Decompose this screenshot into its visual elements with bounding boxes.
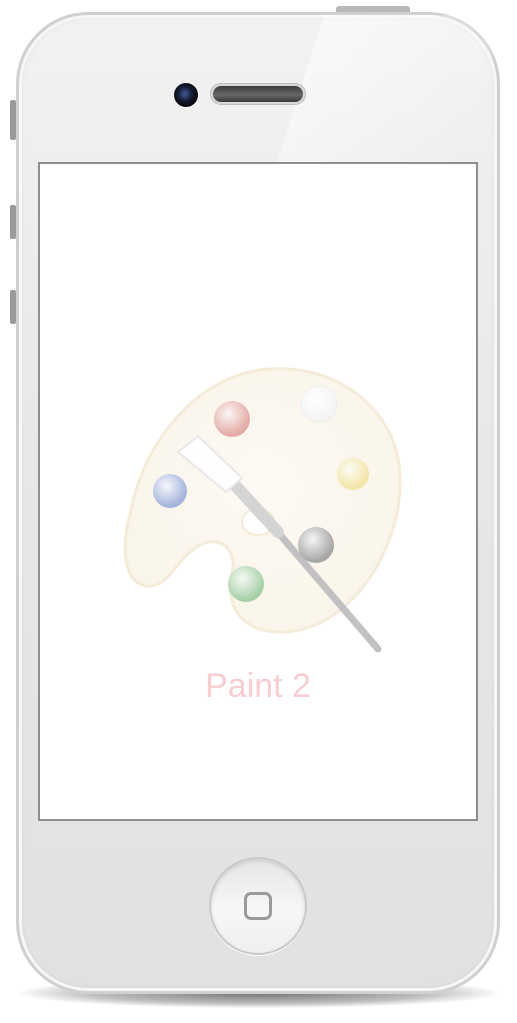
paint-dot-yellow: [337, 458, 369, 490]
app-name-label: Paint 2: [205, 667, 311, 705]
paint-dot-blue: [153, 474, 187, 508]
earpiece-speaker: [213, 86, 303, 102]
paint-dot-green: [228, 566, 264, 602]
screen: Paint 2: [38, 162, 478, 821]
front-camera-icon: [174, 83, 198, 107]
home-square-icon: [244, 892, 272, 920]
paint-dot-white: [300, 385, 338, 423]
paint-dot-black: [298, 527, 334, 563]
home-button[interactable]: [209, 857, 307, 955]
paint-dot-red: [214, 401, 250, 437]
paint-palette-icon[interactable]: [120, 364, 410, 664]
device-mockup: Paint 2: [0, 0, 517, 1023]
